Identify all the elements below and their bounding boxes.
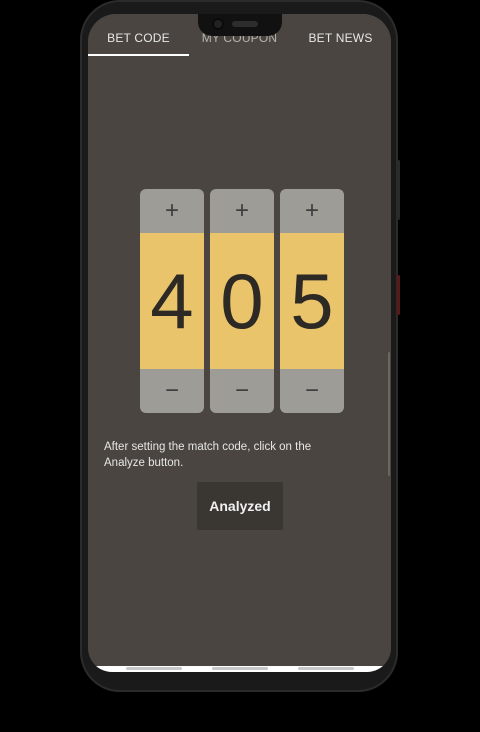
instruction-text: After setting the match code, click on t… [104,441,312,469]
increment-digit-1-button[interactable]: + [140,189,204,233]
decrement-digit-1-button[interactable]: − [140,369,204,413]
app-screen: BET CODE MY COUPON BET NEWS + 4 − + 0 − … [88,14,391,672]
tab-bet-news[interactable]: BET NEWS [290,14,391,56]
volume-button [397,160,400,220]
digit-2-value: 0 [210,233,274,369]
camera-notch [198,14,282,36]
decrement-digit-2-button[interactable]: − [210,369,274,413]
tab-bet-code[interactable]: BET CODE [88,14,189,56]
nav-indicator-left [126,667,182,670]
nav-indicator-right [298,667,354,670]
earpiece-speaker [232,21,258,27]
scrollbar[interactable] [388,352,390,476]
power-button [397,275,400,315]
increment-digit-3-button[interactable]: + [280,189,344,233]
nav-indicator-center [212,667,268,670]
front-camera [212,18,224,30]
active-tab-indicator [88,54,189,56]
digit-reel-2: + 0 − [210,189,274,413]
increment-digit-2-button[interactable]: + [210,189,274,233]
analyze-button[interactable]: Analyzed [197,482,283,530]
digit-reel-1: + 4 − [140,189,204,413]
digit-3-value: 5 [280,233,344,369]
code-selector: + 4 − + 0 − + 5 − [140,189,345,413]
digit-reel-3: + 5 − [280,189,344,413]
decrement-digit-3-button[interactable]: − [280,369,344,413]
digit-1-value: 4 [140,233,204,369]
